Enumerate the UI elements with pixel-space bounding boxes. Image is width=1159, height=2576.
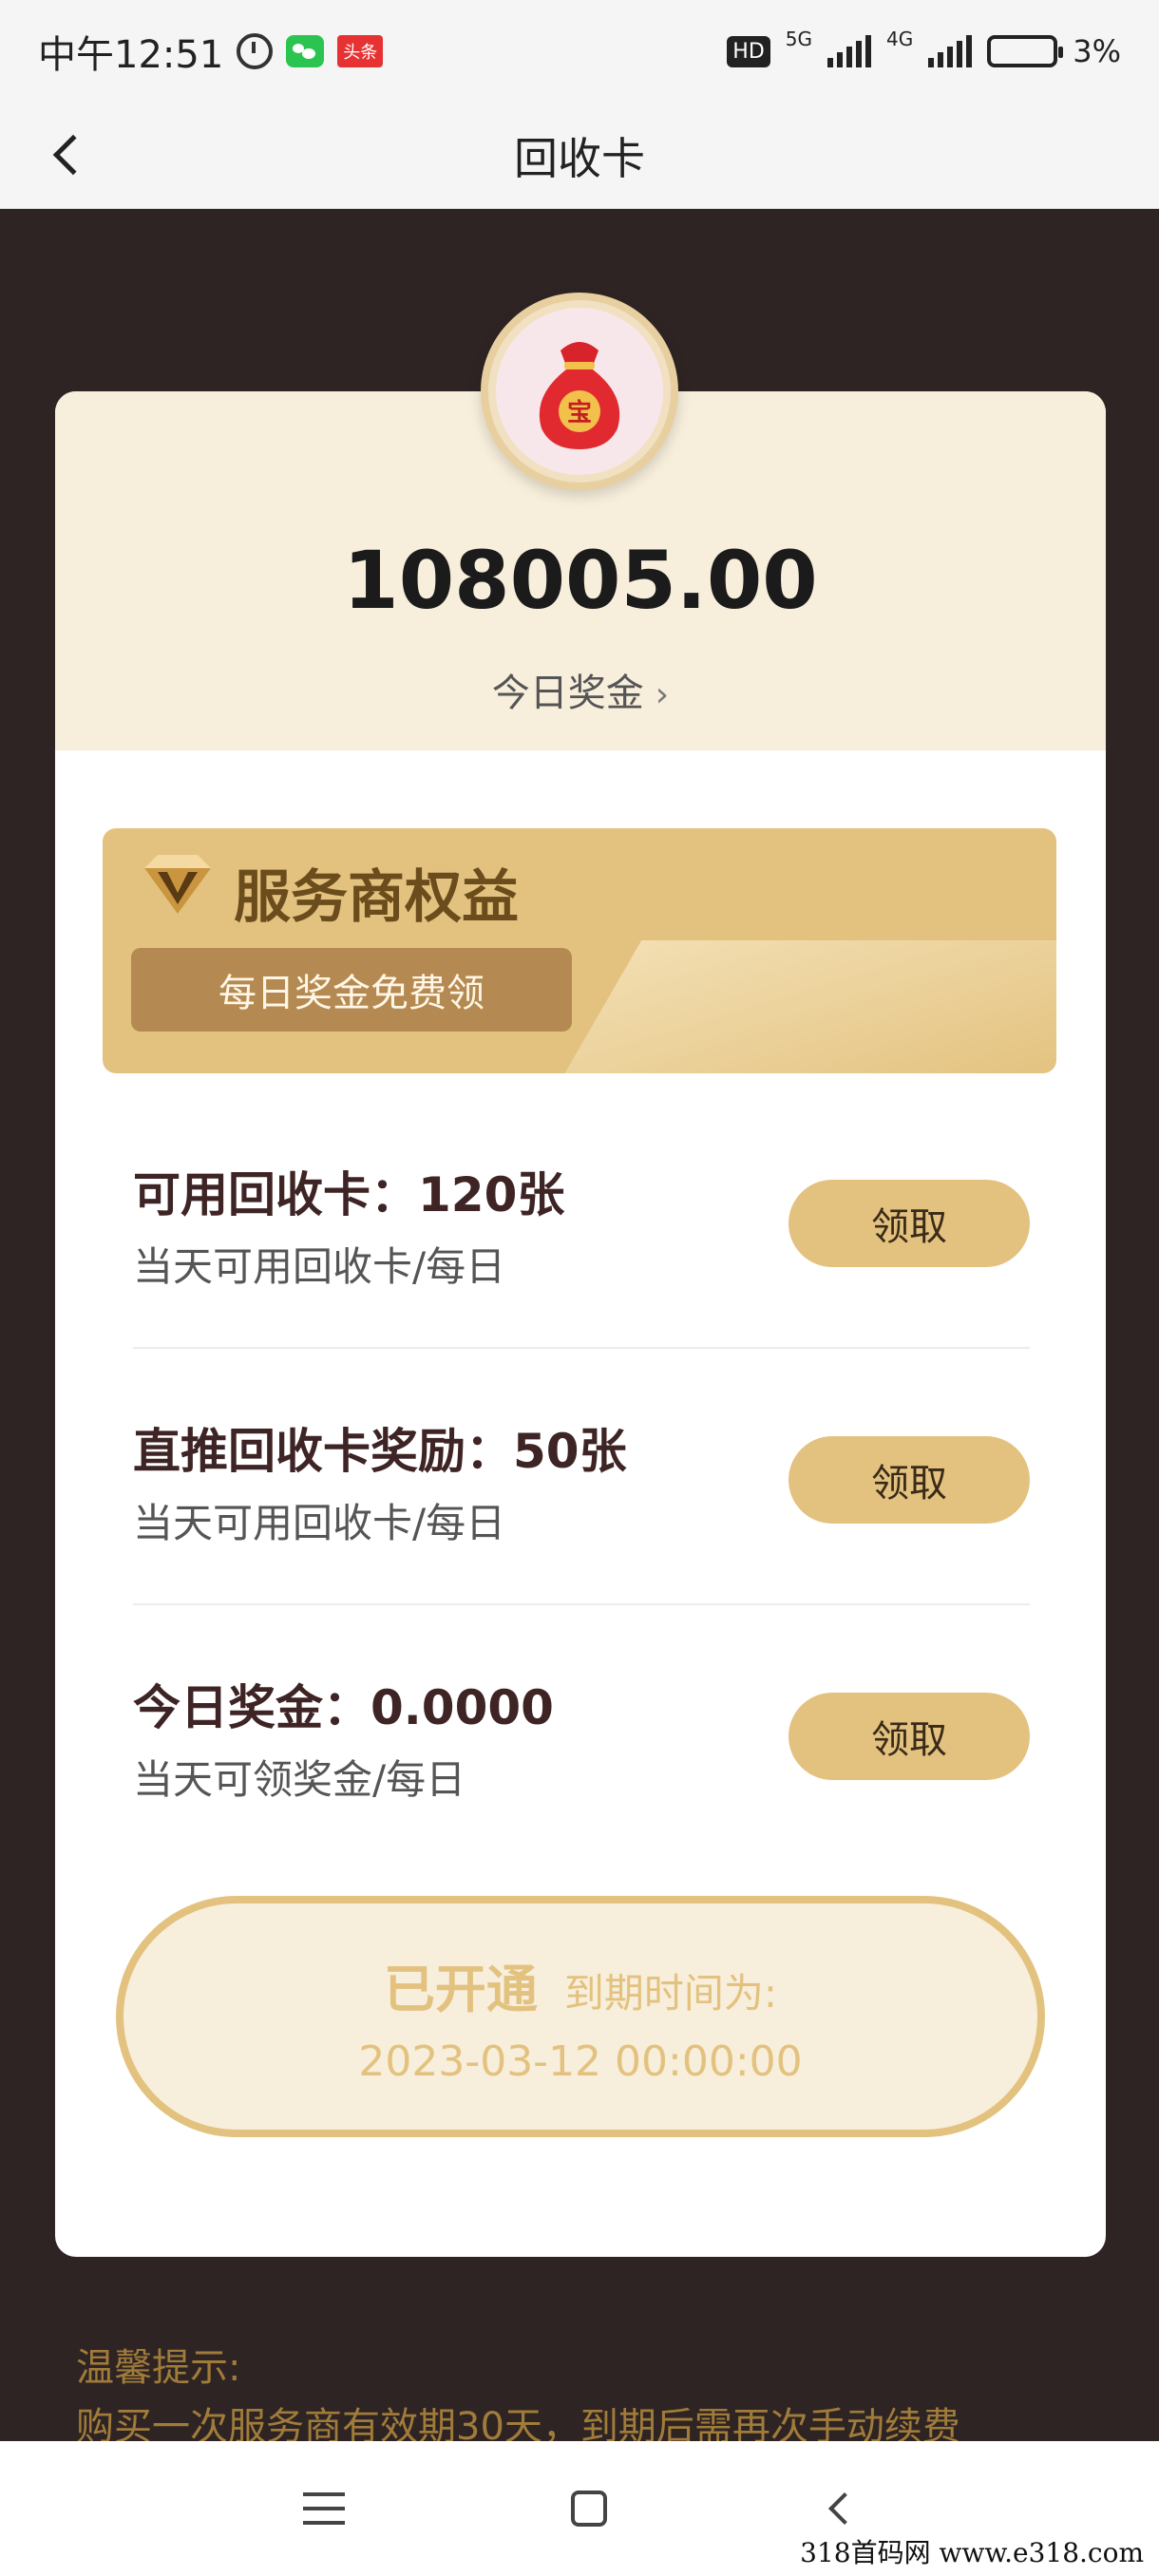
row-title: 今日奖金：0.0000 bbox=[133, 1680, 554, 1735]
battery-icon bbox=[987, 35, 1064, 67]
activation-status-pill: 已开通 到期时间为: 2023-03-12 00:00:00 bbox=[116, 1896, 1045, 2137]
page-header: 回收卡 bbox=[0, 103, 1159, 209]
claim-button[interactable]: 领取 bbox=[788, 1180, 1030, 1267]
signal-4g-icon bbox=[928, 35, 973, 67]
provider-privilege-banner: 服务商权益 每日奖金免费领 bbox=[103, 828, 1056, 1073]
toutiao-icon: 头条 bbox=[337, 35, 384, 67]
battery-percent: 3% bbox=[1073, 33, 1121, 69]
alarm-icon bbox=[237, 33, 274, 69]
money-bag-icon: 宝 bbox=[539, 342, 620, 449]
avatar: 宝 bbox=[481, 293, 678, 490]
claim-button[interactable]: 领取 bbox=[788, 1436, 1030, 1524]
list-item-referral-cards: 直推回收卡奖励：50张 当天可用回收卡/每日 领取 bbox=[133, 1349, 1030, 1605]
row-subtitle: 当天可用回收卡/每日 bbox=[133, 1243, 506, 1290]
chevron-right-icon: › bbox=[655, 675, 670, 714]
back-button[interactable] bbox=[38, 122, 95, 188]
bonus-amount: 108005.00 bbox=[343, 534, 818, 627]
activated-label: 已开通 bbox=[383, 1960, 538, 2019]
status-bar: 中午12:51 头条 HD 5G 4G 3% bbox=[0, 0, 1159, 103]
recycle-card-panel: 108005.00 今日奖金 › 服务商权益 每日奖金免费领 可用回收卡：120张… bbox=[55, 391, 1106, 2257]
row-title: 可用回收卡：120张 bbox=[133, 1167, 565, 1222]
activation-line: 已开通 到期时间为: bbox=[384, 1947, 777, 2022]
menu-icon[interactable] bbox=[303, 2492, 345, 2525]
watermark: 318首码网 www.e318.com bbox=[800, 2537, 1144, 2568]
back-icon[interactable] bbox=[828, 2492, 861, 2525]
chevron-left-icon bbox=[52, 134, 94, 176]
banner-shine bbox=[559, 940, 1056, 1073]
bag-char: 宝 bbox=[567, 398, 592, 427]
page-title: 回收卡 bbox=[514, 132, 645, 184]
avatar-inner: 宝 bbox=[496, 308, 663, 475]
signal-5g-icon bbox=[827, 35, 871, 67]
row-subtitle: 当天可领奖金/每日 bbox=[133, 1756, 466, 1803]
expire-date: 2023-03-12 00:00:00 bbox=[358, 2037, 803, 2086]
tips-title: 温馨提示: bbox=[76, 2346, 241, 2390]
row-title: 直推回收卡奖励：50张 bbox=[133, 1424, 627, 1479]
status-time: 中午12:51 bbox=[38, 33, 224, 77]
list-item-available-cards: 可用回收卡：120张 当天可用回收卡/每日 领取 bbox=[133, 1092, 1030, 1349]
today-bonus-link[interactable]: 今日奖金 › bbox=[55, 662, 1106, 717]
privilege-title: 服务商权益 bbox=[234, 864, 519, 931]
network-5g-label: 5G bbox=[785, 28, 812, 50]
hd-icon: HD bbox=[727, 35, 770, 67]
list-item-today-bonus: 今日奖金：0.0000 当天可领奖金/每日 领取 bbox=[133, 1605, 1030, 1862]
status-right: HD 5G 4G 3% bbox=[727, 28, 1121, 69]
row-subtitle: 当天可用回收卡/每日 bbox=[133, 1500, 506, 1546]
network-4g-label: 4G bbox=[886, 28, 914, 50]
today-bonus-label: 今日奖金 bbox=[491, 672, 644, 715]
wechat-icon bbox=[286, 35, 325, 67]
status-left: 中午12:51 头条 bbox=[38, 24, 384, 79]
diamond-v-icon bbox=[144, 855, 211, 914]
home-icon[interactable] bbox=[571, 2491, 607, 2527]
daily-bonus-tag: 每日奖金免费领 bbox=[131, 948, 572, 1032]
claim-button[interactable]: 领取 bbox=[788, 1693, 1030, 1780]
expire-label: 到期时间为: bbox=[563, 1970, 778, 2017]
